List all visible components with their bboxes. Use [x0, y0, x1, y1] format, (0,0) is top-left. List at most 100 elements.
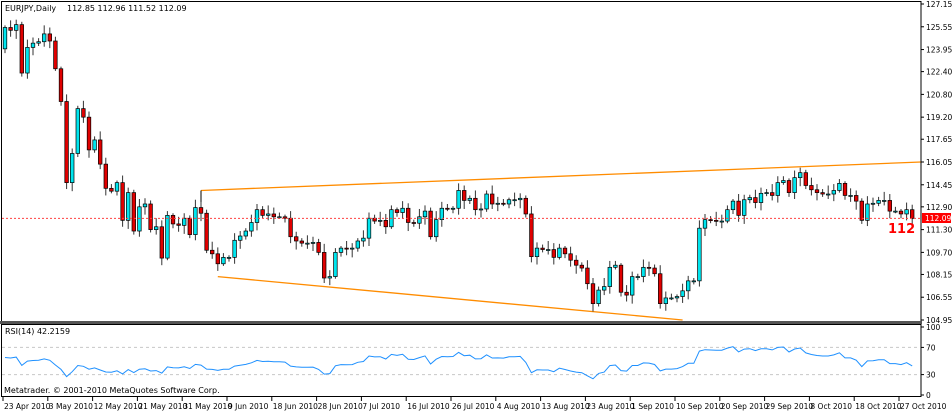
bull-candle-body: [831, 190, 836, 195]
bull-candle-body: [848, 195, 853, 197]
rsi-tick-label: 100: [926, 323, 941, 332]
candle: [859, 198, 864, 224]
bull-candle-body: [310, 242, 316, 244]
bear-candle-body: [529, 213, 534, 258]
symbol-label: EURJPY,Daily: [5, 4, 56, 13]
candle: [428, 207, 433, 240]
bear-candle-body: [753, 197, 758, 203]
bid-price-label: 112.09: [925, 214, 951, 223]
rsi-tick-label: 30: [926, 371, 936, 380]
price-tick-label: 123.95: [926, 46, 952, 55]
bear-candle-body: [898, 210, 904, 215]
bear-candle-body: [322, 252, 327, 279]
bull-candle-body: [277, 216, 282, 219]
price-tick-label: 108.15: [926, 270, 952, 279]
bull-candle-body: [775, 182, 780, 196]
price-tick-label: 120.80: [926, 90, 952, 99]
bear-candle-body: [770, 192, 775, 196]
time-tick-label: 18 Jun 2010: [273, 402, 318, 411]
bull-candle-body: [742, 199, 747, 216]
bear-candle-body: [159, 226, 164, 259]
bull-candle-body: [221, 257, 226, 265]
ohlc-values: 112.85 112.96 111.52 112.09: [67, 4, 187, 13]
chart-window[interactable]: EURJPY,Daily 112.85 112.96 111.52 112.09…: [0, 0, 952, 411]
bear-candle-body: [714, 220, 719, 222]
bear-candle-body: [271, 213, 276, 218]
bear-candle-body: [98, 139, 103, 165]
bull-candle-body: [557, 247, 562, 258]
bull-candle-body: [30, 42, 36, 48]
bear-candle-body: [540, 247, 545, 250]
price-tick-label: 106.55: [926, 293, 952, 302]
bear-candle-body: [170, 215, 176, 225]
time-tick-label: 23 Aug 2010: [586, 402, 634, 411]
bear-candle-body: [854, 195, 859, 202]
bear-candle-body: [8, 27, 13, 31]
price-tick-label: 116.05: [926, 158, 952, 167]
bear-candle-body: [109, 187, 114, 192]
time-tick-label: 28 Jun 2010: [318, 402, 363, 411]
pane-separator[interactable]: [0, 321, 922, 324]
price-tick-label: 111.30: [926, 226, 952, 235]
price-tick-label: 109.70: [926, 248, 952, 257]
bull-candle-body: [602, 286, 607, 291]
bull-candle-body: [456, 190, 461, 209]
bull-candle-body: [719, 220, 724, 223]
bull-candle-body: [422, 210, 428, 218]
bull-candle-body: [893, 210, 898, 213]
price-axis[interactable]: 127.15 125.55 123.95 122.40 120.80 119.20 117.…: [921, 0, 952, 325]
bear-candle-body: [803, 172, 808, 186]
bear-candle-body: [198, 207, 204, 214]
bull-candle-body: [484, 193, 489, 210]
bull-candle-body: [165, 215, 170, 259]
bear-candle-body: [103, 163, 108, 189]
bear-candle-body: [473, 197, 478, 211]
bull-candle-body: [546, 249, 551, 251]
bull-candle-body: [226, 257, 232, 259]
price-tick-label: 112.90: [926, 203, 952, 212]
bull-candle-body: [137, 206, 142, 232]
bull-candle-body: [663, 297, 668, 304]
bear-candle-body: [736, 200, 741, 216]
time-tick-label: 26 Jul 2010: [452, 402, 495, 411]
bull-candle-body: [355, 240, 360, 249]
bear-candle-body: [658, 273, 663, 304]
candle: [529, 206, 534, 263]
bull-candle-body: [2, 27, 8, 50]
bear-candle-body: [86, 116, 92, 151]
bear-candle-body: [299, 240, 304, 244]
bear-candle-body: [585, 267, 590, 285]
bull-candle-body: [826, 193, 831, 196]
bull-candle-body: [254, 209, 260, 223]
bull-candle-body: [417, 216, 422, 224]
bull-candle-body: [378, 220, 383, 222]
time-tick-label: 4 Aug 2010: [497, 402, 540, 411]
time-tick-label: 1 Sep 2010: [631, 402, 674, 411]
bull-candle-body: [114, 182, 120, 192]
bull-candle-body: [42, 33, 47, 43]
candle: [58, 66, 64, 106]
time-tick-label: 18 Oct 2010: [855, 402, 902, 411]
candle: [333, 248, 338, 279]
price-tick-label: 122.40: [926, 68, 952, 77]
bull-candle-body: [680, 290, 685, 297]
bear-candle-body: [786, 180, 792, 193]
bull-candle-body: [518, 197, 523, 201]
bull-candle-body: [327, 276, 332, 279]
time-tick-label: 29 Sep 2010: [766, 402, 814, 411]
bull-candle-body: [182, 217, 187, 226]
bear-candle-body: [148, 203, 153, 230]
bull-candle-body: [350, 247, 355, 250]
bull-candle-body: [702, 219, 708, 229]
bear-candle-body: [809, 185, 814, 191]
bear-candle-body: [568, 253, 573, 261]
bull-candle-body: [534, 247, 540, 258]
candle: [131, 189, 136, 235]
bull-candle-body: [506, 199, 512, 205]
bear-candle-body: [294, 236, 299, 242]
time-tick-label: 31 May 2010: [183, 402, 232, 411]
bull-candle-body: [691, 280, 696, 283]
bear-candle-body: [490, 193, 495, 205]
bull-candle-body: [730, 200, 736, 211]
bear-candle-body: [406, 207, 411, 223]
